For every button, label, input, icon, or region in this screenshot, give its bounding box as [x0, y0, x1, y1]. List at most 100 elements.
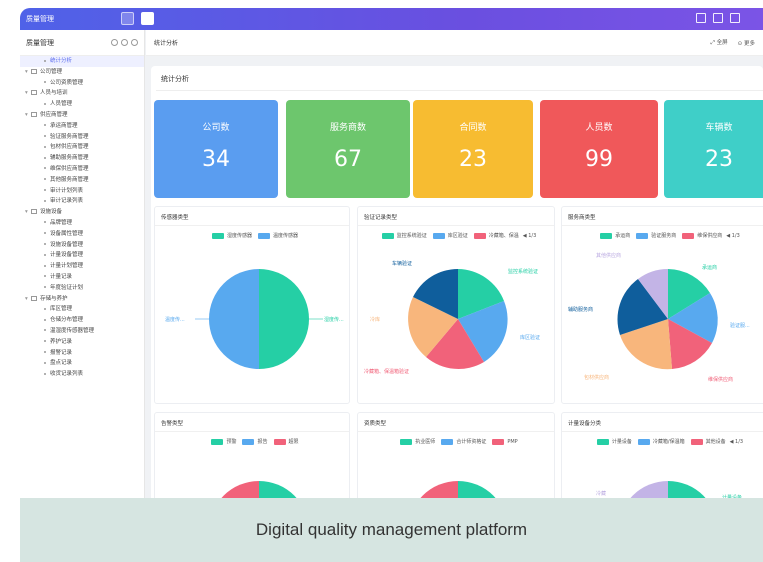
fullscreen-button[interactable]: ⤢ 全屏 — [710, 38, 727, 47]
sidebar-item-label: 品牌管理 — [50, 219, 73, 226]
folder-icon — [31, 111, 37, 117]
bullet-icon — [44, 307, 46, 310]
sidebar-group[interactable]: ▾ 供应商管理 — [20, 110, 144, 121]
stat-value: 23 — [459, 147, 487, 172]
sidebar-item[interactable]: 统计分析 — [20, 56, 144, 67]
grid-view-icon[interactable] — [730, 13, 740, 23]
panel-divider — [156, 90, 763, 91]
bullet-icon — [44, 102, 46, 105]
sidebar-item[interactable]: 年度验证计划 — [20, 283, 144, 294]
stat-label: 公司数 — [202, 123, 230, 133]
more-label: 更多 — [743, 40, 755, 47]
bullet-icon — [44, 286, 46, 289]
sidebar-item[interactable]: 包材供应商管理 — [20, 142, 144, 153]
sidebar-item-label: 设备属性管理 — [50, 230, 84, 237]
stat-card-contracts[interactable]: 合同数 23 — [413, 100, 533, 198]
more-button[interactable]: ⊙ 更多 — [738, 39, 755, 47]
pie-label: 辅助服务商 — [568, 306, 593, 313]
folder-icon — [31, 295, 37, 301]
sidebar-item[interactable]: 品牌管理 — [20, 218, 144, 229]
sidebar-group[interactable]: ▾ 公司管理 — [20, 67, 144, 78]
sidebar-item[interactable]: 计量记录 — [20, 272, 144, 283]
stat-label: 车辆数 — [705, 123, 733, 133]
pie-label: 验证服... — [730, 322, 750, 329]
sidebar-item[interactable]: 人员管理 — [20, 99, 144, 110]
sidebar-item-label: 维保供应商管理 — [50, 165, 89, 172]
sidebar-item[interactable]: 验证服务商管理 — [20, 132, 144, 143]
stat-card-companies[interactable]: 公司数 34 — [154, 100, 278, 198]
sidebar-item-label: 审计记录列表 — [50, 198, 84, 205]
sidebar-item[interactable]: 计量计划管理 — [20, 261, 144, 272]
stat-value: 23 — [705, 147, 733, 172]
stat-card-service-providers[interactable]: 服务商数 67 — [286, 100, 410, 198]
sidebar-item[interactable]: 审计计划列表 — [20, 186, 144, 197]
sidebar-item-label: 计量设备管理 — [50, 252, 84, 259]
folder-icon — [31, 209, 37, 215]
bullet-icon — [44, 275, 46, 278]
sidebar-item[interactable]: 报警记录 — [20, 348, 144, 359]
bullet-icon — [44, 178, 46, 181]
pie-label: 湿度传... — [324, 316, 344, 323]
sidebar-group[interactable]: ▾ 存储与养护 — [20, 294, 144, 305]
sidebar-item[interactable]: 审计记录列表 — [20, 196, 144, 207]
expand-all-icon[interactable] — [111, 39, 118, 46]
sidebar-item[interactable]: 盘点记录 — [20, 358, 144, 369]
sidebar-item[interactable]: 计量设备管理 — [20, 250, 144, 261]
menu-toggle-icon[interactable] — [121, 12, 134, 25]
sidebar-menu: 统计分析 ▾ 公司管理 公司资质管理 ▾ 人员与培训人员管理 ▾ 供应商管理 承运商管理 验证服务… — [20, 56, 144, 380]
sidebar-item-label: 公司管理 — [40, 68, 63, 75]
sidebar-item[interactable]: 仓储分布管理 — [20, 315, 144, 326]
split-view-icon[interactable] — [713, 13, 723, 23]
sidebar-item[interactable]: 养护记录 — [20, 337, 144, 348]
sidebar-item-label: 温湿度传感器管理 — [50, 327, 95, 334]
sidebar-item[interactable]: 设施设备管理 — [20, 240, 144, 251]
chart-card-provider-type: 服务商类型 承运商 验证服务商 维保供应商 ◀ 1/3 承运商 验证服... 维… — [561, 206, 763, 404]
sidebar-item-label: 人员管理 — [50, 101, 73, 108]
sidebar-item-label: 存储与养护 — [40, 295, 68, 302]
sidebar-item[interactable]: 其他服务商管理 — [20, 175, 144, 186]
sidebar-item-label: 人员与培训 — [40, 90, 68, 97]
bullet-icon — [44, 253, 46, 256]
window-layout-icon[interactable] — [696, 13, 706, 23]
sidebar-item[interactable]: 收货记录列表 — [20, 369, 144, 380]
sidebar-item-label: 审计计划列表 — [50, 187, 84, 194]
sidebar-item[interactable]: 设备属性管理 — [20, 229, 144, 240]
sidebar-item[interactable]: 维保供应商管理 — [20, 164, 144, 175]
app-window: 质量管理 质量管理 统计分析 ▾ 公司管理 公司资质管理 ▾ 人员与培训 人员管理 ▾ 供应商管… — [20, 8, 763, 562]
bullet-icon — [44, 156, 46, 159]
sidebar-item[interactable]: 库区管理 — [20, 304, 144, 315]
sidebar-group[interactable]: ▾ 人员与培训 — [20, 88, 144, 99]
sidebar-item[interactable]: 温湿度传感器管理 — [20, 326, 144, 337]
bullet-icon — [44, 329, 46, 332]
bullet-icon — [44, 351, 46, 354]
sidebar-item-label: 年度验证计划 — [50, 284, 84, 291]
stat-label: 服务商数 — [329, 123, 366, 133]
sidebar-item-label: 其他服务商管理 — [50, 176, 89, 183]
chart-card-sensor-type: 传感器类型 湿度传感器 温度传感器 温度传... 湿度传... — [154, 206, 350, 404]
sidebar-item[interactable]: 辅助服务商管理 — [20, 153, 144, 164]
collapse-all-icon[interactable] — [121, 39, 128, 46]
stat-value: 34 — [202, 147, 230, 172]
pie-chart: 承运商 验证服... 维保供应商 包材供应商 辅助服务商 其他供应商 — [568, 252, 750, 383]
bullet-icon — [44, 199, 46, 202]
pie-slice[interactable] — [259, 269, 309, 369]
sidebar-item-label: 计量记录 — [50, 273, 73, 280]
sidebar-item-label: 收货记录列表 — [50, 371, 84, 378]
pie-label: 其他供应商 — [596, 252, 621, 259]
sidebar-item[interactable]: 承运商管理 — [20, 121, 144, 132]
sidebar-group[interactable]: ▾ 设施设备 — [20, 207, 144, 218]
sidebar-item-label: 计量计划管理 — [50, 263, 84, 270]
search-icon[interactable] — [131, 39, 138, 46]
pie-slice[interactable] — [209, 269, 259, 369]
sidebar-item-label: 盘点记录 — [50, 360, 73, 367]
pie-label: 冷藏箱、保温箱验证 — [364, 368, 409, 375]
stat-card-vehicles[interactable]: 车辆数 23 — [664, 100, 763, 198]
app-brand: 质量管理 — [26, 15, 54, 23]
sidebar-item-label: 设施设备 — [40, 209, 63, 216]
sidebar-item[interactable]: 公司资质管理 — [20, 78, 144, 89]
caption-banner: Digital quality management platform — [20, 498, 763, 562]
home-icon[interactable] — [141, 12, 154, 25]
bullet-icon — [44, 318, 46, 321]
stat-label: 合同数 — [459, 123, 487, 133]
stat-card-personnel[interactable]: 人员数 99 — [540, 100, 658, 198]
